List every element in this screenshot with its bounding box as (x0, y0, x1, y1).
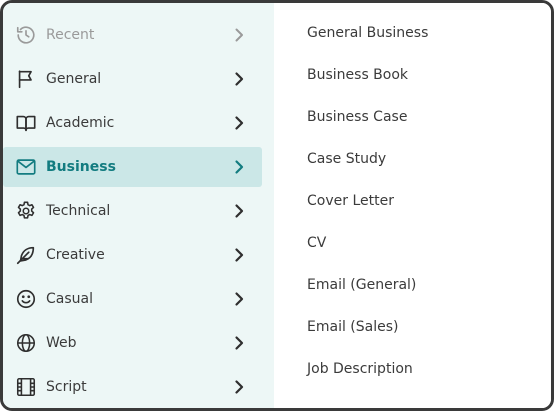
chevron-right-icon (229, 69, 249, 89)
flag-icon (15, 68, 37, 90)
chevron-right-icon (229, 245, 249, 265)
chevron-right-icon (229, 377, 249, 397)
category-item-technical[interactable]: Technical (3, 191, 262, 231)
category-label: Technical (46, 203, 111, 219)
subitem-email-general[interactable]: Email (General) (307, 273, 416, 297)
category-label: Web (46, 335, 77, 351)
subcategory-panel: General Business Business Book Business … (274, 3, 551, 408)
subitem-email-sales[interactable]: Email (Sales) (307, 315, 398, 339)
history-icon (15, 24, 37, 46)
category-label: Recent (46, 27, 95, 43)
film-icon (15, 376, 37, 398)
category-item-web[interactable]: Web (3, 323, 262, 363)
chevron-right-icon (229, 25, 249, 45)
subitem-general-business[interactable]: General Business (307, 21, 428, 45)
category-item-script[interactable]: Script (3, 367, 262, 407)
smiley-icon (15, 288, 37, 310)
category-label: Business (46, 159, 116, 175)
category-label: Script (46, 379, 87, 395)
category-item-academic[interactable]: Academic (3, 103, 262, 143)
subitem-cv[interactable]: CV (307, 231, 326, 255)
category-panel: Recent General Academic Business Technic… (3, 3, 274, 408)
feather-icon (15, 244, 37, 266)
gear-icon (15, 200, 37, 222)
subitem-case-study[interactable]: Case Study (307, 147, 386, 171)
chevron-right-icon (229, 333, 249, 353)
book-icon (15, 112, 37, 134)
category-label: General (46, 71, 102, 87)
chevron-right-icon (229, 113, 249, 133)
chevron-right-icon (229, 201, 249, 221)
category-item-recent[interactable]: Recent (3, 15, 262, 55)
category-label: Creative (46, 247, 105, 263)
chevron-right-icon (229, 157, 249, 177)
subitem-business-case[interactable]: Business Case (307, 105, 407, 129)
chevron-right-icon (229, 289, 249, 309)
menu-window: Recent General Academic Business Technic… (0, 0, 554, 411)
category-label: Casual (46, 291, 93, 307)
category-label: Academic (46, 115, 115, 131)
subitem-cover-letter[interactable]: Cover Letter (307, 189, 394, 213)
globe-icon (15, 332, 37, 354)
category-item-casual[interactable]: Casual (3, 279, 262, 319)
category-item-business[interactable]: Business (3, 147, 262, 187)
subitem-job-description[interactable]: Job Description (307, 357, 413, 381)
category-item-creative[interactable]: Creative (3, 235, 262, 275)
subitem-business-book[interactable]: Business Book (307, 63, 408, 87)
category-item-general[interactable]: General (3, 59, 262, 99)
envelope-icon (15, 156, 37, 178)
